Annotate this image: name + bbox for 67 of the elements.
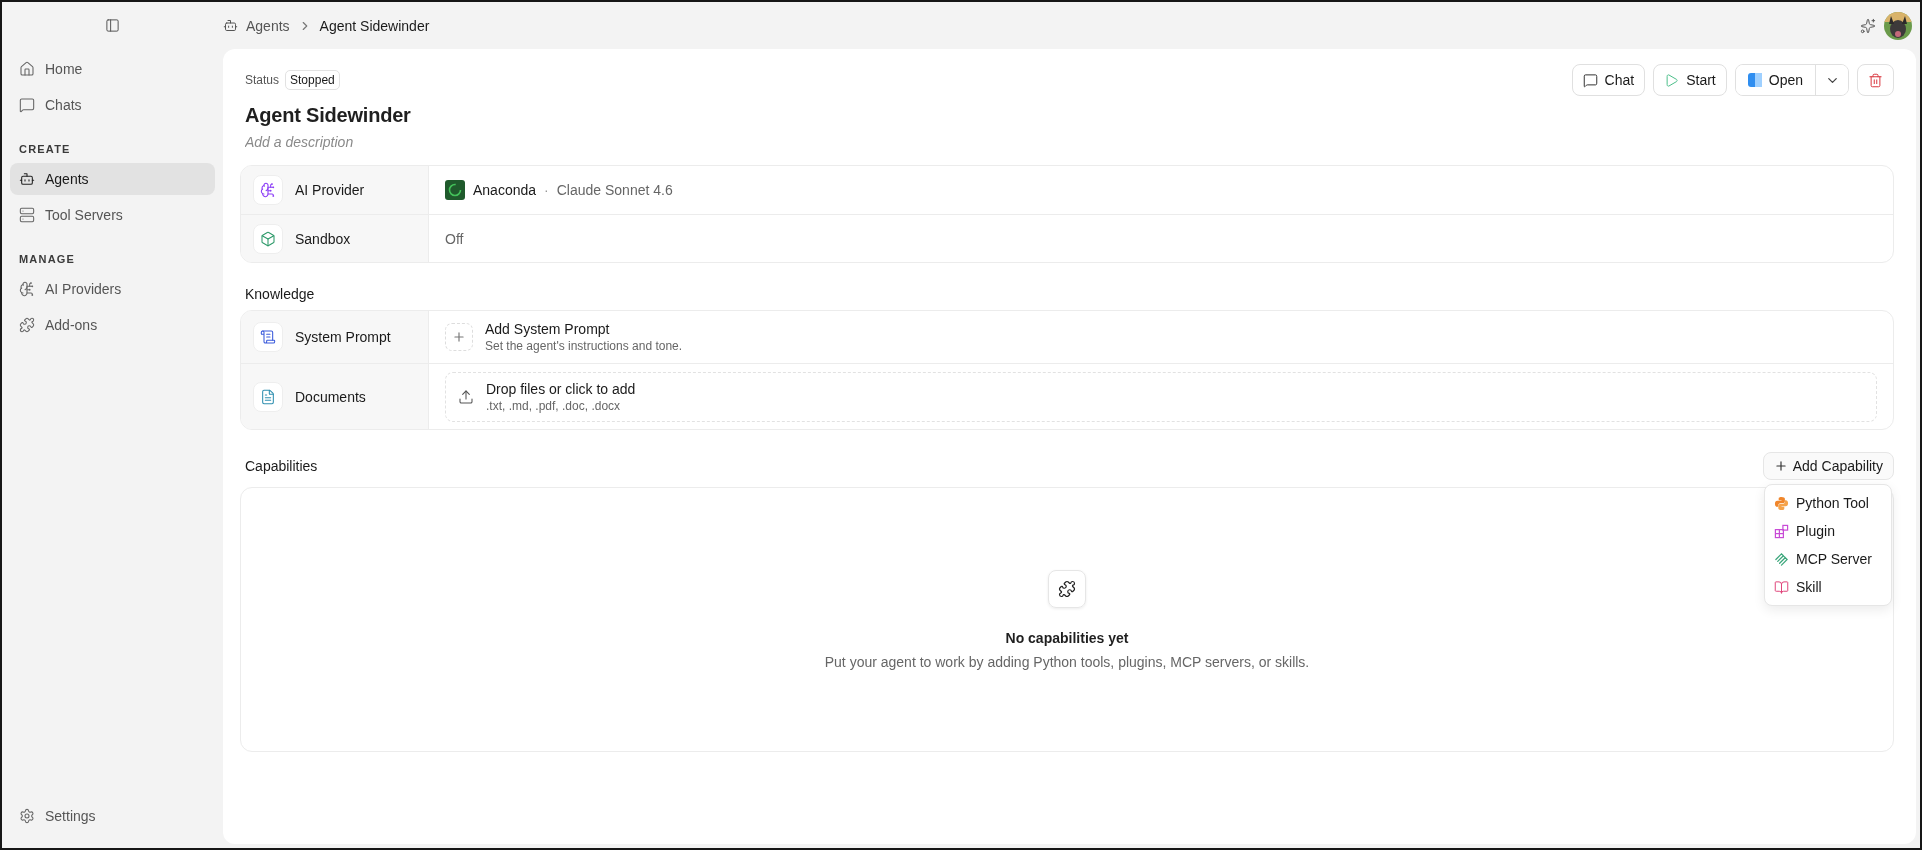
- menu-item[interactable]: Plugin: [1769, 517, 1887, 545]
- plus-icon: [1773, 459, 1788, 473]
- sidebar-item[interactable]: Home: [10, 53, 215, 85]
- upload-icon: [458, 388, 474, 405]
- empty-title: No capabilities yet: [1005, 629, 1129, 646]
- sidebar-item[interactable]: Add-ons: [10, 309, 215, 341]
- row-title[interactable]: Add System Prompt: [485, 321, 683, 337]
- breadcrumb-item: Agent Sidewinder: [319, 17, 430, 34]
- home-icon: [19, 61, 35, 77]
- row-label: Documents: [295, 388, 366, 405]
- model-name: Claude Sonnet 4.6: [556, 182, 673, 198]
- brain-icon: [260, 182, 276, 198]
- section-heading: CREATE: [18, 142, 72, 157]
- book-icon: [1774, 579, 1789, 595]
- app-icon: [1747, 73, 1762, 87]
- setting-value: Off: [445, 230, 464, 247]
- status-badge: Stopped: [285, 70, 340, 90]
- sparkles-icon[interactable]: [1860, 17, 1876, 34]
- trash-icon: [1868, 72, 1883, 88]
- drop-zone[interactable]: Drop files or click to add .txt, .md, .pdf, .doc, .docx: [445, 371, 1877, 422]
- drop-subtitle: .txt, .md, .pdf, .doc, .docx: [486, 398, 622, 413]
- section-title: Knowledge: [244, 286, 316, 302]
- sidebar-item[interactable]: AI Providers: [10, 273, 215, 305]
- provider-logo-icon: [445, 180, 465, 200]
- chat-button[interactable]: Chat: [1571, 64, 1646, 96]
- play-icon: [1664, 72, 1680, 88]
- server-icon: [19, 207, 35, 223]
- coil-icon: [1774, 551, 1789, 567]
- chat-icon: [1582, 72, 1598, 88]
- delete-button[interactable]: [1857, 64, 1894, 96]
- gear-icon: [19, 808, 35, 824]
- section-heading: MANAGE: [18, 252, 77, 267]
- breadcrumb-item[interactable]: Agents: [246, 17, 290, 34]
- section-title: Capabilities: [244, 458, 319, 474]
- puzzle-icon: [19, 317, 35, 333]
- empty-text: Put your agent to work by adding Python tools, plugins, MCP servers, or skills.: [824, 653, 1310, 670]
- row-subtitle: Set the agent's instructions and tone.: [485, 339, 683, 353]
- agent-title: Agent Sidewinder: [244, 103, 412, 127]
- puzzle-icon: [1058, 579, 1076, 598]
- scroll-icon: [260, 329, 276, 345]
- brain-icon: [19, 281, 35, 297]
- menu-item[interactable]: Python Tool: [1769, 489, 1887, 517]
- open-button[interactable]: Open: [1735, 65, 1816, 95]
- row-label: AI Provider: [295, 182, 365, 198]
- drop-title: Drop files or click to add: [486, 380, 636, 397]
- add-capability-button[interactable]: Add Capability: [1762, 452, 1894, 480]
- sidebar-item[interactable]: Settings: [10, 800, 215, 832]
- cube-icon: [260, 230, 276, 247]
- sidebar-item[interactable]: Chats: [10, 89, 215, 121]
- chat-icon: [19, 97, 35, 113]
- status-label: Status: [245, 73, 280, 87]
- start-button[interactable]: Start: [1653, 64, 1727, 96]
- provider-name: Anaconda: [473, 182, 537, 198]
- python-icon: [1774, 495, 1789, 511]
- menu-item[interactable]: Skill: [1769, 573, 1887, 601]
- bot-icon: [223, 18, 238, 33]
- blocks-icon: [1774, 523, 1789, 539]
- row-label: Sandbox: [295, 230, 351, 247]
- row-label: System Prompt: [295, 329, 391, 345]
- bot-icon: [19, 171, 35, 187]
- sidebar-item[interactable]: Tool Servers: [10, 199, 215, 231]
- sidebar-toggle-icon[interactable]: [105, 18, 120, 33]
- menu-item[interactable]: MCP Server: [1769, 545, 1887, 573]
- separator-dot: ·: [544, 182, 549, 198]
- sidebar-item[interactable]: Agents: [10, 163, 215, 195]
- file-icon: [260, 388, 276, 405]
- plus-icon: [452, 330, 466, 344]
